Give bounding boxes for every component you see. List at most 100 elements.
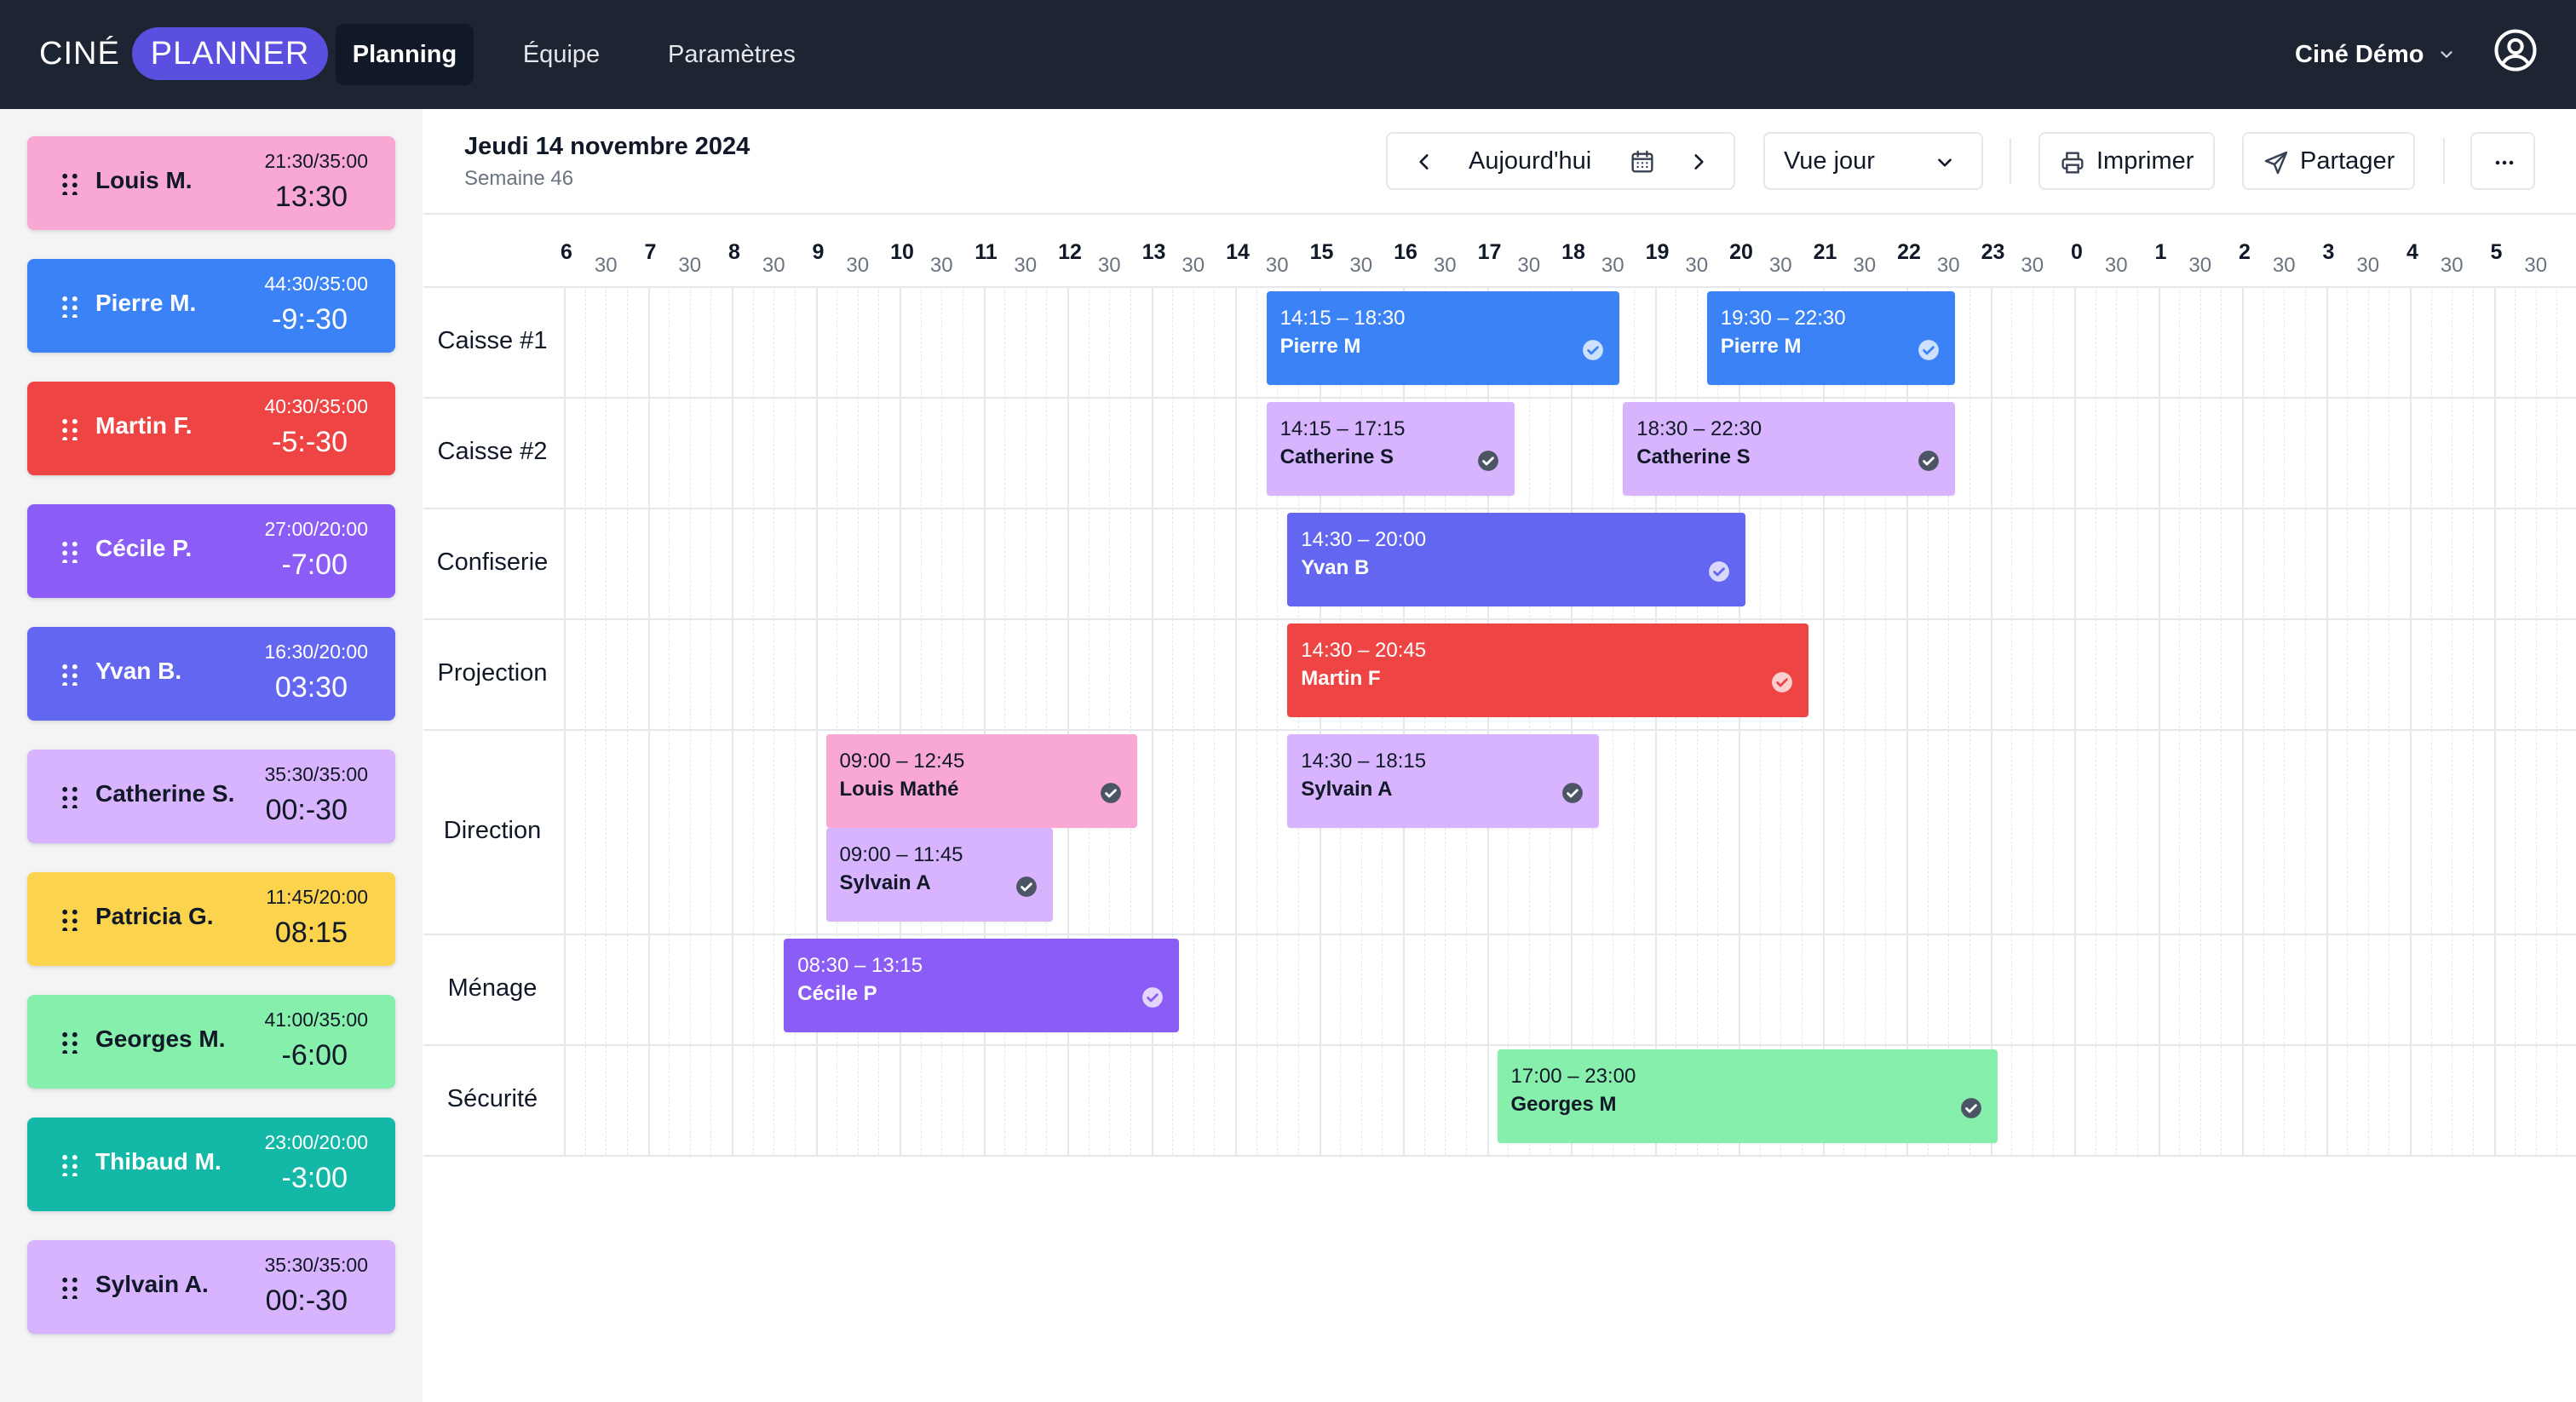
quarter-gridline <box>2367 286 2369 1155</box>
chevron-right-icon[interactable] <box>1688 151 1710 173</box>
employee-card[interactable]: Sylvain A. 35:30/35:00 00:-30 <box>27 1240 395 1334</box>
calendar-icon[interactable] <box>1629 148 1656 175</box>
hour-label: 22 <box>1897 240 1921 264</box>
shift-block[interactable]: 14:30 – 20:00 Yvan B <box>1287 513 1745 606</box>
shift-block[interactable]: 14:15 – 17:15 Catherine S <box>1266 402 1515 496</box>
drag-handle-icon[interactable] <box>58 171 82 197</box>
employee-card[interactable]: Thibaud M. 23:00/20:00 -3:00 <box>27 1118 395 1211</box>
hour-gridline <box>2410 286 2412 1155</box>
hour-label: 0 <box>2071 240 2083 264</box>
drag-handle-icon[interactable] <box>58 417 82 442</box>
shift-block[interactable]: 14:15 – 18:30 Pierre M <box>1266 291 1620 385</box>
shift-employee: Sylvain A <box>839 871 931 894</box>
half-hour-label: 30 <box>1433 254 1457 277</box>
employee-card[interactable]: Patricia G. 11:45/20:00 08:15 <box>27 872 395 966</box>
share-button[interactable]: Partager <box>2242 132 2415 190</box>
drag-handle-icon[interactable] <box>58 1275 82 1301</box>
shift-time: 14:15 – 17:15 <box>1279 417 1406 440</box>
drag-handle-icon[interactable] <box>58 662 82 687</box>
employee-balance: -5:-30 <box>272 426 348 458</box>
row-separator <box>423 397 2576 399</box>
account-menu[interactable]: Ciné Démo <box>2295 34 2456 75</box>
employee-name: Pierre M. <box>95 290 197 316</box>
quarter-gridline <box>773 286 775 1155</box>
hour-label: 14 <box>1226 240 1250 264</box>
half-hour-label: 30 <box>2188 254 2212 277</box>
half-hour-label: 30 <box>2356 254 2380 277</box>
user-profile-icon[interactable] <box>2493 27 2539 73</box>
post-label: Sécurité <box>446 1085 538 1112</box>
post-label: Confiserie <box>436 549 549 576</box>
hour-label: 15 <box>1309 240 1334 264</box>
quarter-gridline <box>2284 286 2286 1155</box>
hour-label: 19 <box>1645 240 1670 264</box>
quarter-gridline <box>2179 286 2181 1155</box>
quarter-gridline <box>1969 286 1970 1155</box>
quarter-gridline <box>2347 286 2349 1155</box>
quarter-gridline <box>2221 286 2222 1155</box>
hour-gridline <box>564 286 566 1155</box>
employee-hours: 23:00/20:00 <box>264 1131 368 1153</box>
quarter-gridline <box>689 286 691 1155</box>
drag-handle-icon[interactable] <box>58 294 82 319</box>
shift-time: 14:30 – 20:45 <box>1301 639 1427 662</box>
employee-balance: -7:00 <box>281 549 348 581</box>
more-options-button[interactable] <box>2470 132 2535 190</box>
hour-gridline <box>732 286 733 1155</box>
quarter-gridline <box>1591 286 1593 1155</box>
employee-card[interactable]: Pierre M. 44:30/35:00 -9:-30 <box>27 259 395 353</box>
quarter-gridline <box>1256 286 1257 1155</box>
half-hour-label: 30 <box>1097 254 1121 277</box>
quarter-gridline <box>626 286 628 1155</box>
employee-card[interactable]: Louis M. 21:30/35:00 13:30 <box>27 136 395 230</box>
half-hour-label: 30 <box>1768 254 1792 277</box>
employee-card[interactable]: Cécile P. 27:00/20:00 -7:00 <box>27 504 395 598</box>
tab-planning[interactable]: Planning <box>336 24 474 85</box>
share-label: Partager <box>2300 147 2395 175</box>
drag-handle-icon[interactable] <box>58 1152 82 1178</box>
quarter-gridline <box>2304 286 2306 1155</box>
employee-card[interactable]: Yvan B. 16:30/20:00 03:30 <box>27 627 395 721</box>
quarter-gridline <box>606 286 607 1155</box>
drag-handle-icon[interactable] <box>58 907 82 933</box>
check-circle-icon <box>1141 986 1164 1008</box>
tab-parametres[interactable]: Paramètres <box>651 24 813 85</box>
shift-block[interactable]: 08:30 – 13:15 Cécile P <box>784 939 1180 1032</box>
app-logo[interactable]: CINÉ PLANNER <box>39 27 329 80</box>
half-hour-label: 30 <box>1349 254 1373 277</box>
date-navigator: Aujourd'hui <box>1386 132 1735 190</box>
print-button[interactable]: Imprimer <box>2038 132 2215 190</box>
hour-label: 8 <box>728 240 740 264</box>
shift-block[interactable]: 17:00 – 23:00 Georges M <box>1497 1049 1998 1143</box>
chevron-left-icon[interactable] <box>1413 151 1435 173</box>
today-button[interactable]: Aujourd'hui <box>1469 147 1591 175</box>
shift-block[interactable]: 19:30 – 22:30 Pierre M <box>1706 291 1956 385</box>
view-select[interactable]: Vue jour <box>1763 132 1983 190</box>
shift-block[interactable]: 09:00 – 11:45 Sylvain A <box>825 828 1054 922</box>
quarter-gridline <box>584 286 586 1155</box>
row-separator <box>423 508 2576 509</box>
shift-employee: Martin F <box>1301 667 1381 690</box>
half-hour-label: 30 <box>846 254 870 277</box>
hour-gridline <box>2158 286 2160 1155</box>
post-label: Direction <box>443 817 542 844</box>
logo-text-cine: CINÉ <box>39 35 120 72</box>
hour-label: 10 <box>890 240 914 264</box>
employee-card[interactable]: Catherine S. 35:30/35:00 00:-30 <box>27 750 395 843</box>
shift-block[interactable]: 09:00 – 12:45 Louis Mathé <box>825 734 1137 828</box>
employee-card[interactable]: Martin F. 40:30/35:00 -5:-30 <box>27 382 395 475</box>
shift-block[interactable]: 18:30 – 22:30 Catherine S <box>1623 402 1956 496</box>
post-label: Caisse #2 <box>437 438 548 465</box>
half-hour-label: 30 <box>1517 254 1541 277</box>
quarter-gridline <box>1193 286 1194 1155</box>
drag-handle-icon[interactable] <box>58 539 82 565</box>
hour-gridline <box>2326 286 2328 1155</box>
tab-equipe[interactable]: Équipe <box>506 24 617 85</box>
drag-handle-icon[interactable] <box>58 784 82 810</box>
employee-balance: -9:-30 <box>272 303 348 336</box>
shift-block[interactable]: 14:30 – 18:15 Sylvain A <box>1287 734 1599 828</box>
shift-block[interactable]: 14:30 – 20:45 Martin F <box>1287 623 1808 717</box>
drag-handle-icon[interactable] <box>58 1030 82 1055</box>
half-hour-label: 30 <box>762 254 785 277</box>
employee-card[interactable]: Georges M. 41:00/35:00 -6:00 <box>27 995 395 1089</box>
